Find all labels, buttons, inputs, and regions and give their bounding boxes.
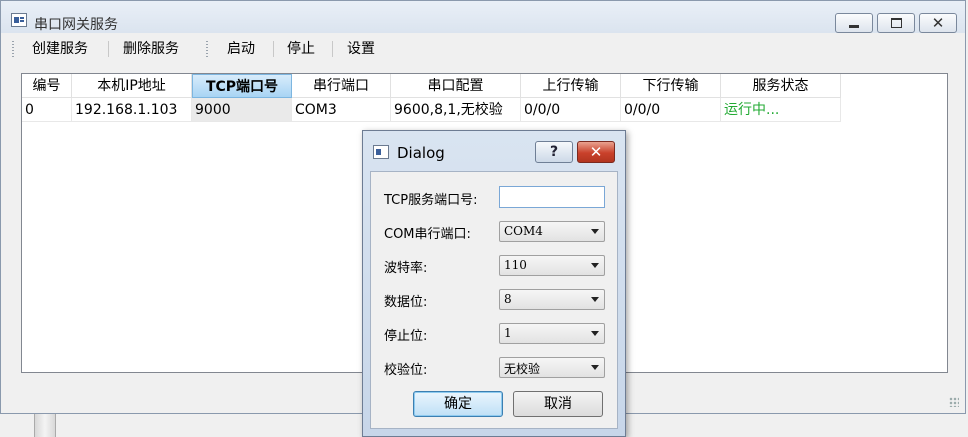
column-header-uplink[interactable]: 上行传输 <box>521 74 621 98</box>
cell-local-ip[interactable]: 192.168.1.103 <box>72 98 192 122</box>
cell-tcp-port[interactable]: 9000 <box>192 98 292 122</box>
table-header: 编号 本机IP地址 TCP端口号 串行端口 串口配置 上行传输 下行传输 服务状… <box>22 74 841 98</box>
column-header-serial-port[interactable]: 串行端口 <box>292 74 391 98</box>
app-icon <box>11 13 27 27</box>
baud-rate-label: 波特率: <box>384 261 428 276</box>
start-button[interactable]: 启动 <box>221 39 261 59</box>
stop-button[interactable]: 停止 <box>281 39 321 59</box>
dialog-app-icon <box>373 145 389 159</box>
column-header-service-status[interactable]: 服务状态 <box>721 74 841 98</box>
stop-bits-select[interactable]: 1 <box>499 323 605 344</box>
parity-value: 无校验 <box>504 362 541 376</box>
chevron-down-icon <box>591 331 599 336</box>
background-window-edge <box>34 414 56 437</box>
maximize-icon <box>890 18 902 28</box>
chevron-down-icon <box>591 365 599 370</box>
cell-service-status[interactable]: 运行中... <box>721 98 841 122</box>
maximize-button[interactable] <box>877 13 915 33</box>
stop-bits-value: 1 <box>504 326 512 340</box>
column-header-downlink[interactable]: 下行传输 <box>621 74 721 98</box>
close-icon: ✕ <box>589 143 603 161</box>
dialog-body: TCP服务端口号: COM串行端口: COM4 波特率: 110 数据位: 8 … <box>370 171 618 429</box>
close-icon: ✕ <box>931 13 945 32</box>
baud-rate-select[interactable]: 110 <box>499 255 605 276</box>
resize-grip-icon[interactable] <box>949 397 959 407</box>
tcp-port-label: TCP服务端口号: <box>384 193 478 208</box>
title-bar[interactable]: 串口网关服务 ✕ <box>1 1 965 33</box>
close-button[interactable]: ✕ <box>919 13 957 33</box>
ok-button[interactable]: 确定 <box>413 391 503 417</box>
column-header-tcp-port[interactable]: TCP端口号 <box>192 74 292 98</box>
toolbar: 创建服务 删除服务 启动 停止 设置 <box>1 37 965 61</box>
parity-select[interactable]: 无校验 <box>499 357 605 378</box>
toolbar-grip[interactable] <box>206 41 208 57</box>
toolbar-separator <box>332 41 333 57</box>
column-header-id[interactable]: 编号 <box>22 74 72 98</box>
chevron-down-icon <box>591 297 599 302</box>
com-port-label: COM串行端口: <box>384 227 471 242</box>
delete-service-button[interactable]: 删除服务 <box>117 39 185 59</box>
com-port-select[interactable]: COM4 <box>499 221 605 242</box>
help-icon: ? <box>549 144 559 160</box>
cell-uplink[interactable]: 0/0/0 <box>521 98 621 122</box>
data-bits-value: 8 <box>504 292 512 306</box>
serial-config-dialog: Dialog ? ✕ TCP服务端口号: COM串行端口: COM4 波特率: … <box>362 130 626 437</box>
parity-label: 校验位: <box>384 363 428 378</box>
column-header-local-ip[interactable]: 本机IP地址 <box>72 74 192 98</box>
data-bits-label: 数据位: <box>384 295 428 310</box>
minimize-icon <box>849 25 859 28</box>
minimize-button[interactable] <box>835 13 873 33</box>
chevron-down-icon <box>591 263 599 268</box>
toolbar-grip[interactable] <box>12 41 14 57</box>
table-row[interactable]: 0 192.168.1.103 9000 COM3 9600,8,1,无校验 0… <box>22 98 841 122</box>
settings-button[interactable]: 设置 <box>341 39 381 59</box>
dialog-title-bar[interactable]: Dialog ? ✕ <box>363 131 625 163</box>
cell-id[interactable]: 0 <box>22 98 72 122</box>
dialog-close-button[interactable]: ✕ <box>577 141 615 163</box>
create-service-button[interactable]: 创建服务 <box>26 39 94 59</box>
toolbar-separator <box>273 41 274 57</box>
tcp-port-input[interactable] <box>499 186 605 208</box>
cancel-button[interactable]: 取消 <box>513 391 603 417</box>
data-bits-select[interactable]: 8 <box>499 289 605 310</box>
stop-bits-label: 停止位: <box>384 329 428 344</box>
toolbar-separator <box>108 41 109 57</box>
cell-serial-port[interactable]: COM3 <box>292 98 391 122</box>
cell-downlink[interactable]: 0/0/0 <box>621 98 721 122</box>
window-title: 串口网关服务 <box>34 17 118 33</box>
com-port-value: COM4 <box>504 224 543 238</box>
chevron-down-icon <box>591 229 599 234</box>
column-header-serial-config[interactable]: 串口配置 <box>391 74 521 98</box>
cell-serial-config[interactable]: 9600,8,1,无校验 <box>391 98 521 122</box>
help-button[interactable]: ? <box>535 141 573 163</box>
baud-rate-value: 110 <box>504 258 527 272</box>
dialog-title: Dialog <box>397 144 445 162</box>
